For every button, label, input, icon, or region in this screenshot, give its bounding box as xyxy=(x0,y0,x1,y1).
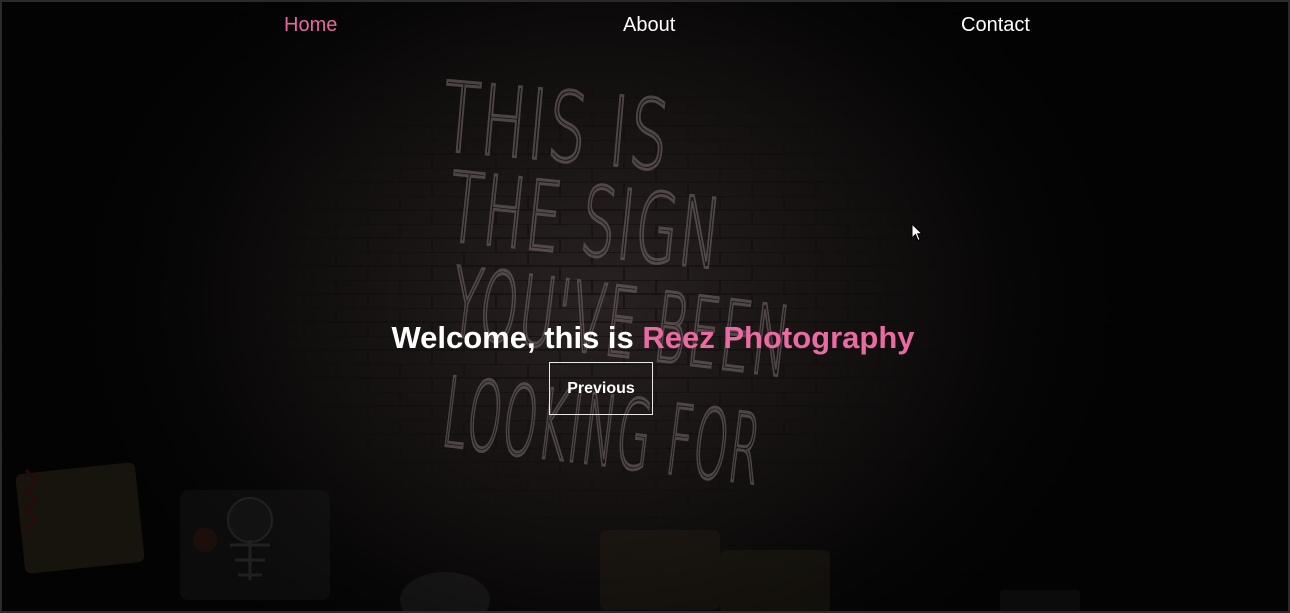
brand-name: Reez Photography xyxy=(642,320,915,355)
sticker-decorations xyxy=(15,462,1080,613)
hero-section: THIS IS THE SIGN YOU'VE BEEN LOOKING FOR… xyxy=(0,0,1290,613)
nav-home-link[interactable]: Home xyxy=(284,14,337,37)
mouse-pointer-icon xyxy=(911,223,923,242)
hero-headline: Welcome, this is Reez Photography xyxy=(0,320,1290,356)
headline-prefix: Welcome, this is xyxy=(391,320,643,355)
main-nav: Home About Contact xyxy=(0,0,1290,52)
nav-about-link[interactable]: About xyxy=(623,14,675,37)
previous-button[interactable]: Previous xyxy=(549,362,653,415)
nav-contact-link[interactable]: Contact xyxy=(961,14,1030,37)
